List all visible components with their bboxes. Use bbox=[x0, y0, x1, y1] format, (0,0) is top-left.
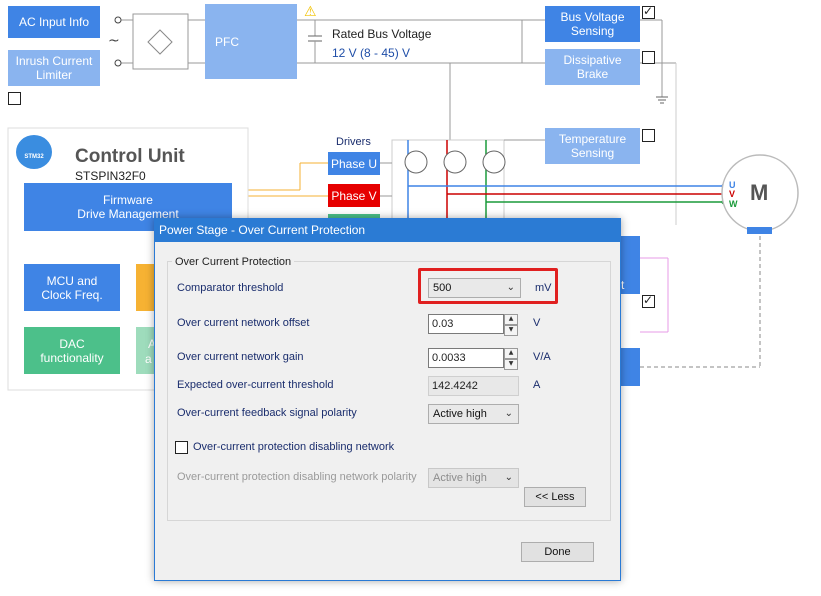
expected-threshold-value: 142.4242 bbox=[428, 376, 519, 396]
chevron-down-icon: ⌄ bbox=[506, 282, 515, 293]
feedback-polarity-select[interactable]: Active high ⌄ bbox=[428, 404, 519, 424]
dialog-title: Power Stage - Over Current Protection bbox=[155, 219, 620, 242]
dac-block[interactable]: DAC functionality bbox=[24, 327, 120, 374]
rated-bus-voltage-value: 12 V (8 - 45) V bbox=[332, 46, 411, 60]
mcu-clock-block[interactable]: MCU and Clock Freq. bbox=[24, 264, 120, 311]
expected-threshold-unit: A bbox=[533, 379, 541, 391]
chevron-down-icon: ⌄ bbox=[504, 408, 513, 419]
group-title: Over Current Protection bbox=[172, 256, 295, 268]
control-unit-chip: STSPIN32F0 bbox=[75, 169, 146, 183]
network-offset-label: Over current network offset bbox=[177, 317, 310, 329]
bus-voltage-sensing-checkbox[interactable] bbox=[642, 4, 655, 19]
rated-bus-voltage-label: Rated Bus Voltage bbox=[332, 27, 432, 41]
stm32-logo-icon: STM32 bbox=[16, 135, 52, 169]
network-offset-unit: V bbox=[533, 317, 541, 329]
partial-right-block-2[interactable] bbox=[619, 348, 640, 386]
inrush-limiter-checkbox[interactable] bbox=[8, 92, 21, 105]
disabling-network-checkbox[interactable] bbox=[175, 441, 188, 454]
motor-label: M bbox=[750, 180, 769, 205]
dissipative-brake-checkbox[interactable] bbox=[642, 51, 655, 64]
network-gain-label: Over current network gain bbox=[177, 351, 304, 363]
temperature-sensing-block[interactable]: Temperature Sensing bbox=[545, 128, 640, 164]
network-offset-input[interactable]: 0.03 bbox=[428, 314, 504, 334]
pfc-block[interactable]: PFC bbox=[205, 4, 297, 79]
network-gain-input[interactable]: 0.0033 bbox=[428, 348, 504, 368]
network-offset-stepper[interactable]: ▲ ▼ bbox=[504, 314, 518, 336]
network-gain-unit: V/A bbox=[533, 351, 551, 363]
comparator-threshold-select[interactable]: 500 ⌄ bbox=[428, 278, 521, 298]
motor-phase-w-letter: W bbox=[729, 199, 738, 209]
drivers-label: Drivers bbox=[336, 136, 371, 148]
network-gain-stepper[interactable]: ▲ ▼ bbox=[504, 348, 518, 370]
phase-v-block[interactable]: Phase V bbox=[328, 184, 380, 207]
partial-right-checkbox[interactable] bbox=[642, 293, 655, 308]
disabling-polarity-select[interactable]: Active high ⌄ bbox=[428, 468, 519, 488]
expected-threshold-label: Expected over-current threshold bbox=[177, 379, 334, 391]
ac-input-info-block[interactable]: AC Input Info bbox=[8, 6, 100, 38]
done-button[interactable]: Done bbox=[521, 542, 594, 562]
partial-green-block[interactable]: A a bbox=[136, 327, 156, 374]
disabling-network-label: Over-current protection disabling networ… bbox=[193, 441, 395, 453]
disabling-polarity-label: Over-current protection disabling networ… bbox=[177, 471, 417, 483]
less-button[interactable]: << Less bbox=[524, 487, 586, 507]
phase-u-block[interactable]: Phase U bbox=[328, 152, 380, 175]
comparator-threshold-unit: mV bbox=[535, 282, 552, 294]
over-current-protection-dialog: Power Stage - Over Current Protection Ov… bbox=[154, 218, 621, 581]
warning-icon: ⚠ bbox=[304, 4, 317, 20]
temperature-sensing-checkbox[interactable] bbox=[642, 129, 655, 142]
motor-phase-v-letter: V bbox=[729, 189, 736, 199]
chevron-down-icon: ⌄ bbox=[504, 472, 513, 483]
partial-green-label-2: a bbox=[145, 352, 152, 366]
comparator-threshold-label: Comparator threshold bbox=[177, 282, 284, 294]
bus-voltage-sensing-block[interactable]: Bus Voltage Sensing bbox=[545, 6, 640, 42]
inrush-limiter-block[interactable]: Inrush Current Limiter bbox=[8, 50, 100, 86]
feedback-polarity-label: Over-current feedback signal polarity bbox=[177, 407, 357, 419]
partial-right-label: t bbox=[621, 278, 625, 292]
dissipative-brake-block[interactable]: Dissipative Brake bbox=[545, 49, 640, 85]
partial-right-block-1[interactable]: t bbox=[619, 236, 640, 294]
svg-text:~: ~ bbox=[108, 33, 120, 49]
partial-orange-block[interactable] bbox=[136, 264, 156, 311]
control-unit-title: Control Unit bbox=[75, 146, 185, 167]
